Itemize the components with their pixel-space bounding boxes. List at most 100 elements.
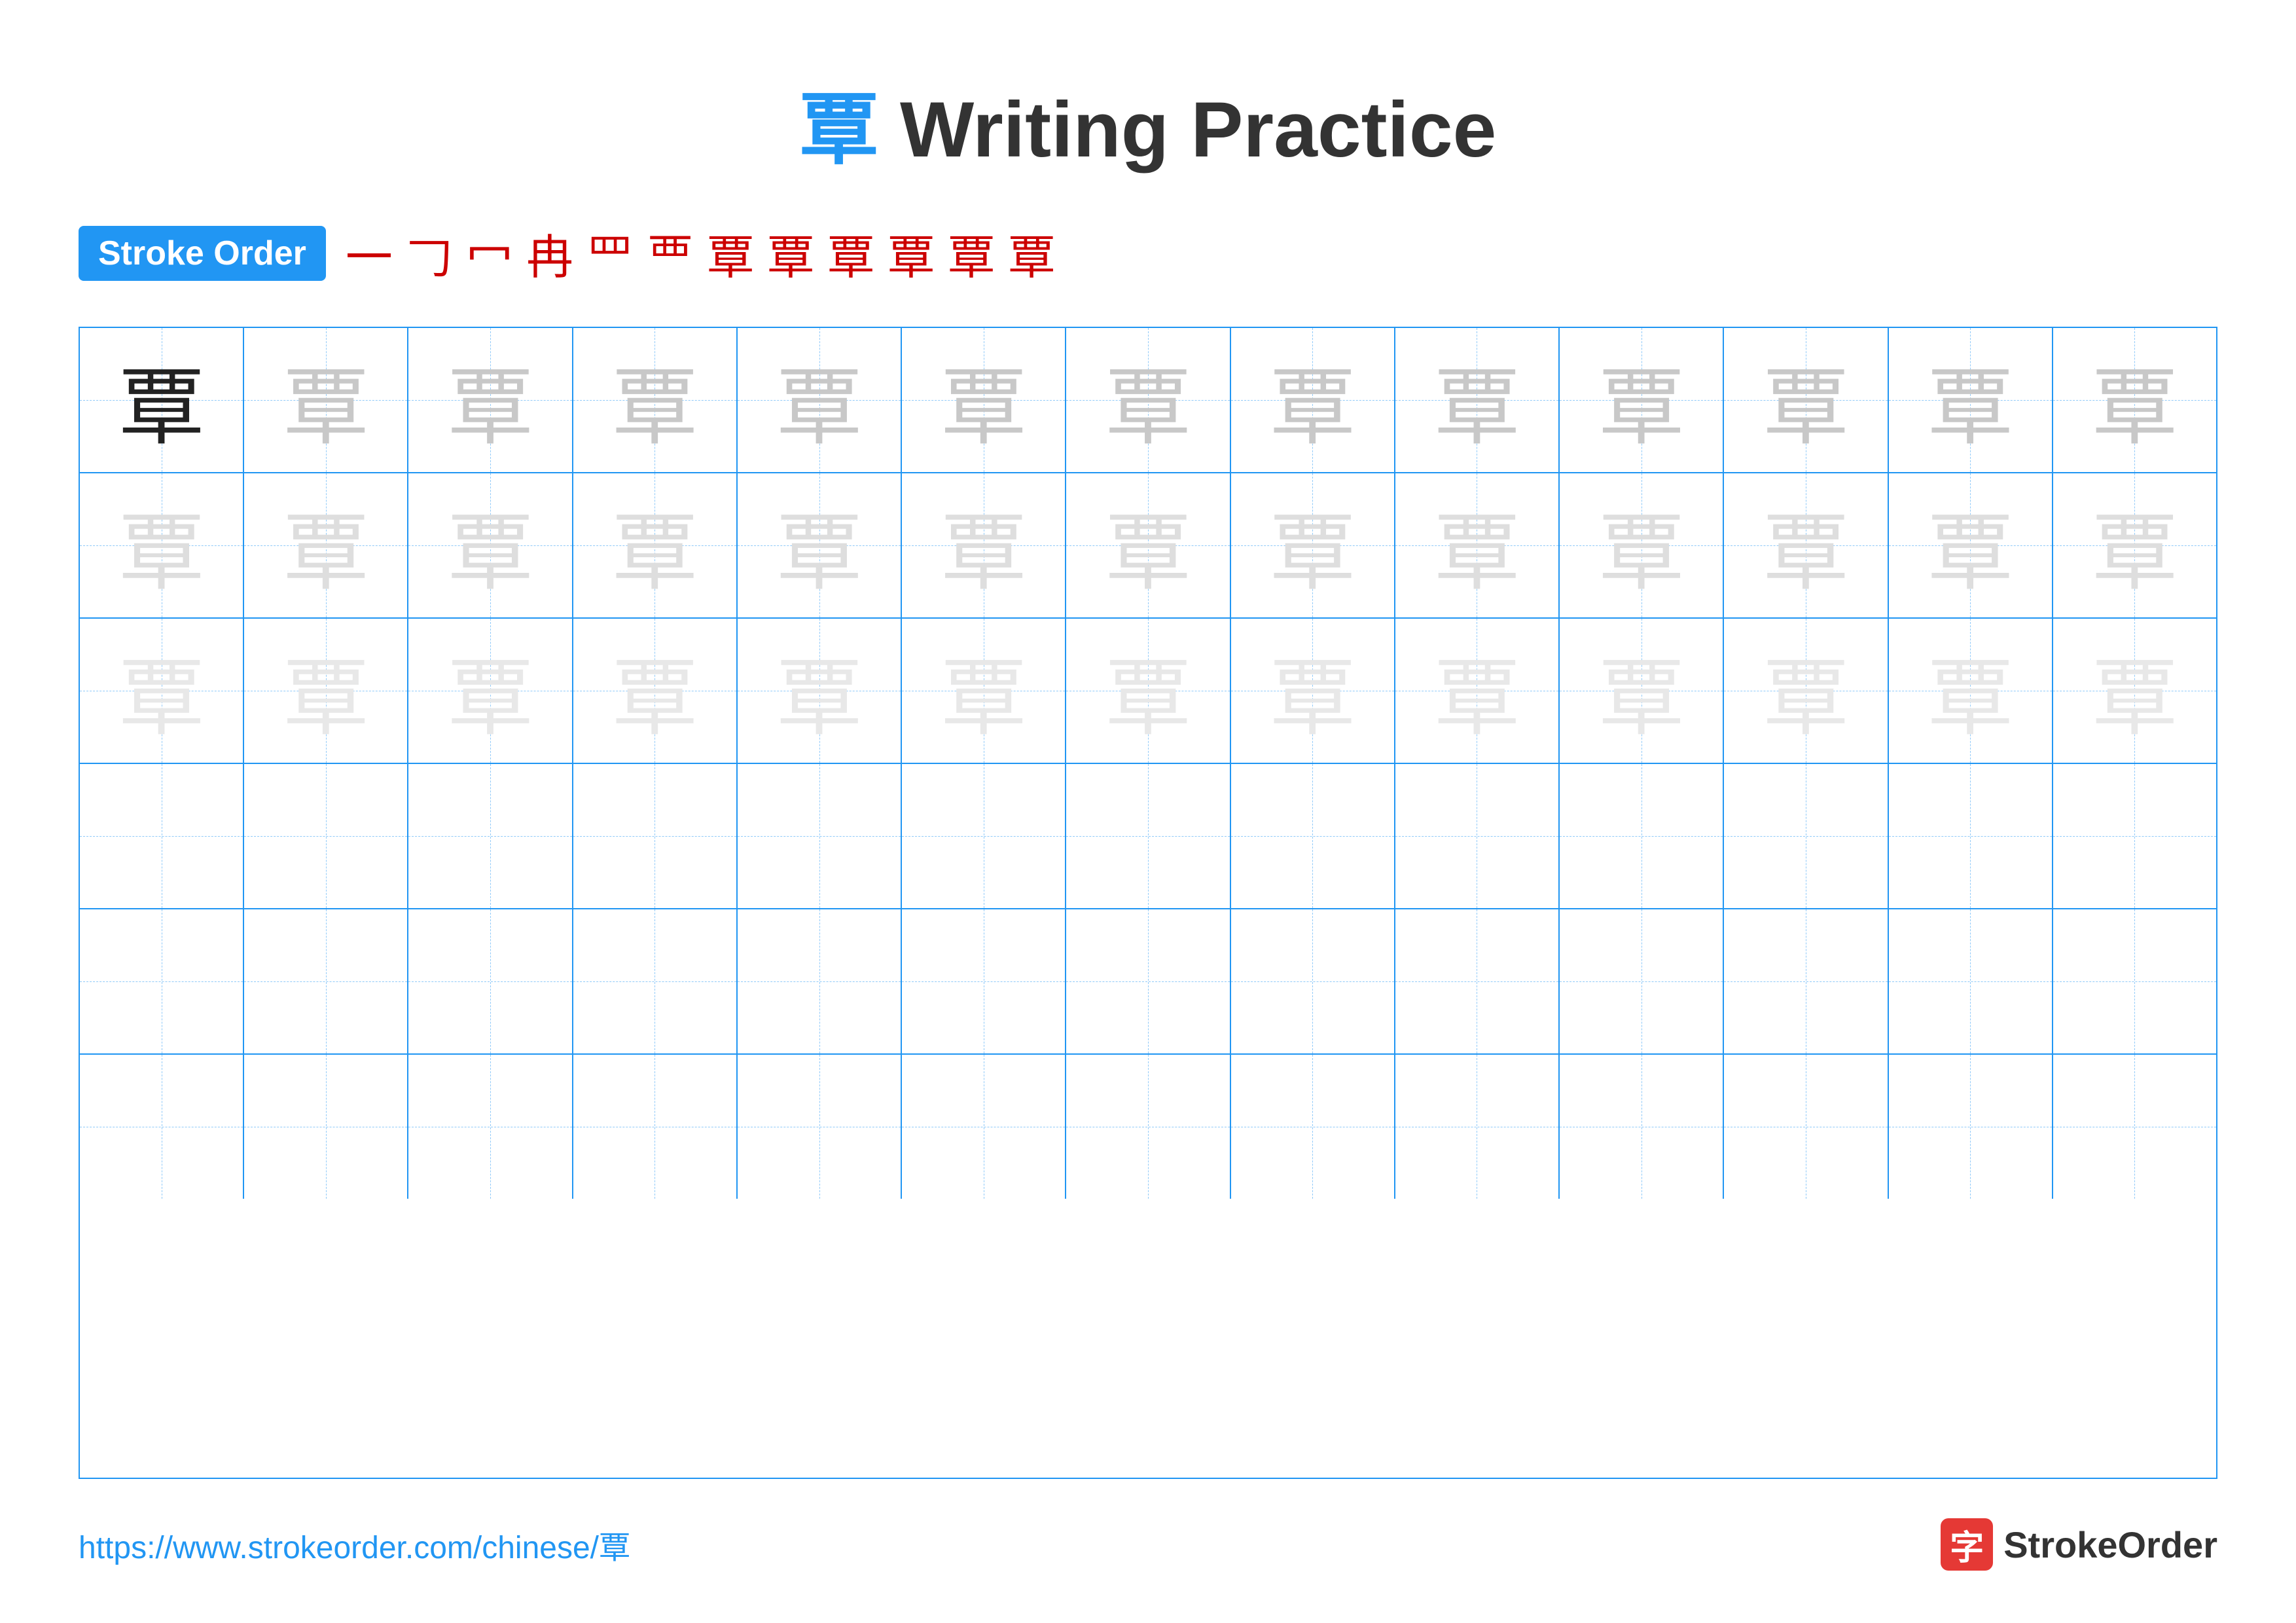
practice-char: 覃 <box>119 629 204 752</box>
grid-cell[interactable] <box>1066 909 1230 1053</box>
grid-cell[interactable]: 覃 <box>738 619 902 763</box>
grid-cell[interactable]: 覃 <box>738 328 902 472</box>
grid-cell[interactable] <box>1066 1055 1230 1199</box>
practice-char: 覃 <box>119 338 204 462</box>
grid-cell[interactable]: 覃 <box>573 328 738 472</box>
grid-cell[interactable] <box>573 1055 738 1199</box>
grid-cell[interactable] <box>2053 909 2216 1053</box>
grid-cell[interactable] <box>1231 764 1395 908</box>
grid-cell[interactable] <box>1560 764 1724 908</box>
grid-cell[interactable] <box>1889 909 2053 1053</box>
grid-cell[interactable]: 覃 <box>1395 619 1560 763</box>
grid-cell[interactable]: 覃 <box>1231 619 1395 763</box>
grid-cell[interactable]: 覃 <box>1231 473 1395 617</box>
stroke-11: 覃 <box>948 219 995 287</box>
logo-text: StrokeOrder <box>2003 1523 2217 1566</box>
grid-cell[interactable] <box>1231 1055 1395 1199</box>
grid-cell[interactable] <box>1560 1055 1724 1199</box>
practice-char: 覃 <box>612 484 697 607</box>
grid-cell[interactable] <box>1395 909 1560 1053</box>
grid-cell[interactable]: 覃 <box>408 328 573 472</box>
grid-cell[interactable]: 覃 <box>1560 328 1724 472</box>
grid-cell[interactable]: 覃 <box>1066 328 1230 472</box>
grid-cell[interactable] <box>1889 1055 2053 1199</box>
grid-cell[interactable] <box>1889 764 2053 908</box>
grid-cell[interactable]: 覃 <box>80 328 244 472</box>
grid-cell[interactable] <box>244 909 408 1053</box>
footer-url[interactable]: https://www.strokeorder.com/chinese/覃 <box>79 1522 630 1567</box>
practice-char: 覃 <box>1928 338 2013 462</box>
grid-cell[interactable] <box>738 1055 902 1199</box>
practice-char: 覃 <box>1434 629 1519 752</box>
grid-cell[interactable] <box>902 764 1066 908</box>
grid-cell[interactable] <box>80 764 244 908</box>
stroke-1: 一 <box>346 219 393 287</box>
grid-cell[interactable]: 覃 <box>80 473 244 617</box>
practice-char: 覃 <box>777 629 862 752</box>
grid-cell[interactable] <box>738 909 902 1053</box>
grid-cell[interactable]: 覃 <box>1395 328 1560 472</box>
grid-cell[interactable]: 覃 <box>902 473 1066 617</box>
grid-cell[interactable]: 覃 <box>1889 328 2053 472</box>
grid-cell[interactable] <box>902 909 1066 1053</box>
grid-cell[interactable]: 覃 <box>244 619 408 763</box>
grid-row-6 <box>80 1055 2216 1199</box>
grid-cell[interactable] <box>244 1055 408 1199</box>
grid-cell[interactable]: 覃 <box>1724 619 1888 763</box>
stroke-8: 覃 <box>767 219 814 287</box>
grid-cell[interactable]: 覃 <box>902 619 1066 763</box>
grid-cell[interactable] <box>80 1055 244 1199</box>
stroke-7: 覃 <box>707 219 754 287</box>
stroke-10: 覃 <box>888 219 935 287</box>
grid-cell[interactable]: 覃 <box>408 473 573 617</box>
grid-cell[interactable] <box>1395 1055 1560 1199</box>
grid-cell[interactable]: 覃 <box>2053 328 2216 472</box>
grid-cell[interactable]: 覃 <box>573 619 738 763</box>
grid-cell[interactable] <box>1231 909 1395 1053</box>
grid-cell[interactable]: 覃 <box>738 473 902 617</box>
grid-cell[interactable] <box>2053 764 2216 908</box>
grid-cell[interactable]: 覃 <box>1066 473 1230 617</box>
grid-cell[interactable]: 覃 <box>1560 619 1724 763</box>
grid-cell[interactable]: 覃 <box>1889 619 2053 763</box>
grid-cell[interactable]: 覃 <box>408 619 573 763</box>
footer: https://www.strokeorder.com/chinese/覃 字 … <box>79 1518 2217 1571</box>
grid-cell[interactable] <box>1724 909 1888 1053</box>
stroke-4: 冉 <box>526 219 573 287</box>
grid-cell[interactable] <box>408 1055 573 1199</box>
grid-cell[interactable] <box>738 764 902 908</box>
grid-cell[interactable]: 覃 <box>244 473 408 617</box>
practice-char: 覃 <box>2092 338 2177 462</box>
grid-cell[interactable] <box>1724 1055 1888 1199</box>
grid-cell[interactable]: 覃 <box>573 473 738 617</box>
grid-cell[interactable] <box>1560 909 1724 1053</box>
grid-cell[interactable]: 覃 <box>80 619 244 763</box>
grid-cell[interactable]: 覃 <box>1560 473 1724 617</box>
stroke-chars: 一 𠃌 冖 冉 罒 覀 覃 覃 覃 覃 覃 覃 <box>346 219 1055 287</box>
grid-cell[interactable] <box>573 764 738 908</box>
grid-cell[interactable] <box>1724 764 1888 908</box>
grid-cell[interactable]: 覃 <box>244 328 408 472</box>
grid-cell[interactable]: 覃 <box>2053 473 2216 617</box>
grid-cell[interactable]: 覃 <box>2053 619 2216 763</box>
grid-cell[interactable] <box>1066 764 1230 908</box>
grid-cell[interactable]: 覃 <box>1231 328 1395 472</box>
grid-cell[interactable]: 覃 <box>1724 473 1888 617</box>
practice-char: 覃 <box>1599 338 1684 462</box>
practice-char: 覃 <box>1105 629 1191 752</box>
grid-cell[interactable]: 覃 <box>1066 619 1230 763</box>
grid-cell[interactable] <box>408 764 573 908</box>
grid-cell[interactable]: 覃 <box>1395 473 1560 617</box>
grid-cell[interactable] <box>408 909 573 1053</box>
practice-char: 覃 <box>941 629 1026 752</box>
grid-cell[interactable]: 覃 <box>1724 328 1888 472</box>
practice-char: 覃 <box>448 338 533 462</box>
grid-cell[interactable]: 覃 <box>902 328 1066 472</box>
grid-cell[interactable] <box>244 764 408 908</box>
grid-cell[interactable] <box>902 1055 1066 1199</box>
grid-cell[interactable] <box>80 909 244 1053</box>
grid-cell[interactable] <box>2053 1055 2216 1199</box>
grid-cell[interactable] <box>573 909 738 1053</box>
grid-cell[interactable]: 覃 <box>1889 473 2053 617</box>
grid-cell[interactable] <box>1395 764 1560 908</box>
